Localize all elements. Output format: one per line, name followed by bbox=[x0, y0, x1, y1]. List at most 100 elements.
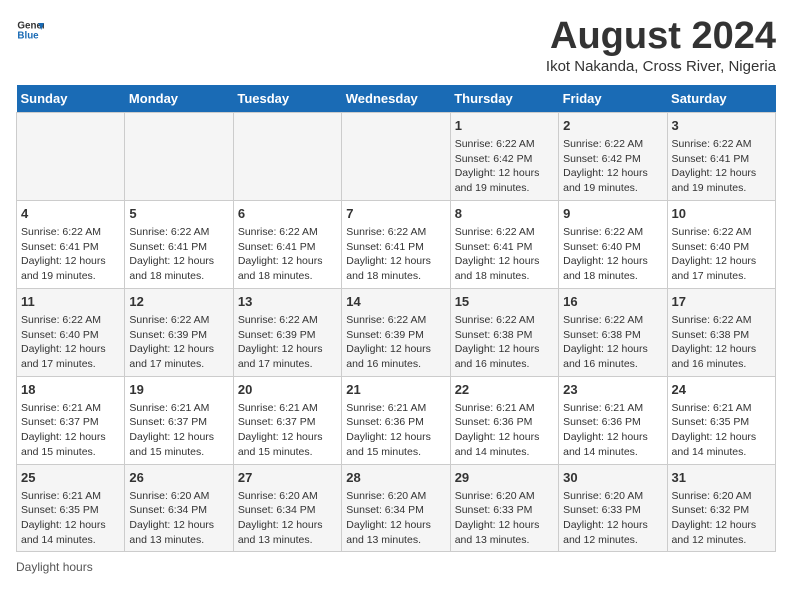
day-info: Sunrise: 6:22 AM Sunset: 6:42 PM Dayligh… bbox=[563, 137, 662, 196]
day-info: Sunrise: 6:21 AM Sunset: 6:37 PM Dayligh… bbox=[21, 401, 120, 460]
calendar-header-cell: Friday bbox=[559, 85, 667, 113]
calendar-cell: 1 Sunrise: 6:22 AM Sunset: 6:42 PM Daylig… bbox=[450, 112, 558, 200]
title-section: August 2024 Ikot Nakanda, Cross River, N… bbox=[546, 16, 776, 75]
calendar-cell: 2 Sunrise: 6:22 AM Sunset: 6:42 PM Daylig… bbox=[559, 112, 667, 200]
calendar-week-row: 25Sunrise: 6:21 AM Sunset: 6:35 PM Dayli… bbox=[17, 464, 776, 552]
day-number: 27 bbox=[238, 469, 337, 487]
calendar-cell: 17 Sunrise: 6:22 AM Sunset: 6:38 PM Dayli… bbox=[667, 288, 775, 376]
calendar-cell: 3 Sunrise: 6:22 AM Sunset: 6:41 PM Daylig… bbox=[667, 112, 775, 200]
day-number: 30 bbox=[563, 469, 662, 487]
calendar-cell bbox=[342, 112, 450, 200]
day-info: Sunrise: 6:21 AM Sunset: 6:36 PM Dayligh… bbox=[563, 401, 662, 460]
day-number: 11 bbox=[21, 293, 120, 311]
logo-icon: General Blue bbox=[16, 16, 44, 44]
calendar-cell: 28Sunrise: 6:20 AM Sunset: 6:34 PM Dayli… bbox=[342, 464, 450, 552]
day-info: Sunrise: 6:20 AM Sunset: 6:34 PM Dayligh… bbox=[129, 489, 228, 548]
logo: General Blue bbox=[16, 16, 44, 44]
calendar-cell: 25Sunrise: 6:21 AM Sunset: 6:35 PM Dayli… bbox=[17, 464, 125, 552]
day-info: Sunrise: 6:20 AM Sunset: 6:32 PM Dayligh… bbox=[672, 489, 771, 548]
day-info: Sunrise: 6:21 AM Sunset: 6:37 PM Dayligh… bbox=[129, 401, 228, 460]
calendar-header-cell: Tuesday bbox=[233, 85, 341, 113]
calendar-cell: 10 Sunrise: 6:22 AM Sunset: 6:40 PM Dayli… bbox=[667, 200, 775, 288]
day-number: 12 bbox=[129, 293, 228, 311]
day-number: 22 bbox=[455, 381, 554, 399]
day-info: Sunrise: 6:22 AM Sunset: 6:39 PM Dayligh… bbox=[346, 313, 445, 372]
day-info: Sunrise: 6:22 AM Sunset: 6:41 PM Dayligh… bbox=[672, 137, 771, 196]
header: General Blue August 2024 Ikot Nakanda, C… bbox=[16, 16, 776, 75]
day-info: Sunrise: 6:22 AM Sunset: 6:40 PM Dayligh… bbox=[672, 225, 771, 284]
day-info: Sunrise: 6:22 AM Sunset: 6:42 PM Dayligh… bbox=[455, 137, 554, 196]
main-title: August 2024 bbox=[546, 16, 776, 58]
day-number: 24 bbox=[672, 381, 771, 399]
calendar-cell: 26 Sunrise: 6:20 AM Sunset: 6:34 PM Dayli… bbox=[125, 464, 233, 552]
calendar-cell: 27Sunrise: 6:20 AM Sunset: 6:34 PM Dayli… bbox=[233, 464, 341, 552]
day-number: 19 bbox=[129, 381, 228, 399]
day-info: Sunrise: 6:20 AM Sunset: 6:33 PM Dayligh… bbox=[455, 489, 554, 548]
day-number: 20 bbox=[238, 381, 337, 399]
day-number: 15 bbox=[455, 293, 554, 311]
calendar-cell: 8Sunrise: 6:22 AM Sunset: 6:41 PM Daylig… bbox=[450, 200, 558, 288]
calendar-header-row: SundayMondayTuesdayWednesdayThursdayFrid… bbox=[17, 85, 776, 113]
day-number: 28 bbox=[346, 469, 445, 487]
calendar-cell: 6 Sunrise: 6:22 AM Sunset: 6:41 PM Daylig… bbox=[233, 200, 341, 288]
day-info: Sunrise: 6:21 AM Sunset: 6:35 PM Dayligh… bbox=[672, 401, 771, 460]
day-number: 10 bbox=[672, 205, 771, 223]
day-number: 17 bbox=[672, 293, 771, 311]
day-number: 26 bbox=[129, 469, 228, 487]
day-number: 13 bbox=[238, 293, 337, 311]
day-number: 21 bbox=[346, 381, 445, 399]
calendar-cell: 20Sunrise: 6:21 AM Sunset: 6:37 PM Dayli… bbox=[233, 376, 341, 464]
day-number: 31 bbox=[672, 469, 771, 487]
calendar-cell: 13Sunrise: 6:22 AM Sunset: 6:39 PM Dayli… bbox=[233, 288, 341, 376]
calendar-week-row: 4Sunrise: 6:22 AM Sunset: 6:41 PM Daylig… bbox=[17, 200, 776, 288]
calendar-cell: 5Sunrise: 6:22 AM Sunset: 6:41 PM Daylig… bbox=[125, 200, 233, 288]
calendar-cell: 24 Sunrise: 6:21 AM Sunset: 6:35 PM Dayli… bbox=[667, 376, 775, 464]
day-number: 7 bbox=[346, 205, 445, 223]
svg-text:Blue: Blue bbox=[17, 30, 39, 41]
calendar-cell: 19 Sunrise: 6:21 AM Sunset: 6:37 PM Dayli… bbox=[125, 376, 233, 464]
calendar-cell: 14Sunrise: 6:22 AM Sunset: 6:39 PM Dayli… bbox=[342, 288, 450, 376]
calendar-cell: 16 Sunrise: 6:22 AM Sunset: 6:38 PM Dayli… bbox=[559, 288, 667, 376]
day-info: Sunrise: 6:22 AM Sunset: 6:39 PM Dayligh… bbox=[129, 313, 228, 372]
calendar-week-row: 1 Sunrise: 6:22 AM Sunset: 6:42 PM Daylig… bbox=[17, 112, 776, 200]
day-number: 3 bbox=[672, 117, 771, 135]
day-info: Sunrise: 6:20 AM Sunset: 6:33 PM Dayligh… bbox=[563, 489, 662, 548]
day-number: 23 bbox=[563, 381, 662, 399]
day-info: Sunrise: 6:22 AM Sunset: 6:41 PM Dayligh… bbox=[21, 225, 120, 284]
day-number: 25 bbox=[21, 469, 120, 487]
calendar-cell: 12 Sunrise: 6:22 AM Sunset: 6:39 PM Dayli… bbox=[125, 288, 233, 376]
day-info: Sunrise: 6:22 AM Sunset: 6:41 PM Dayligh… bbox=[129, 225, 228, 284]
calendar-header-cell: Saturday bbox=[667, 85, 775, 113]
day-number: 2 bbox=[563, 117, 662, 135]
day-info: Sunrise: 6:21 AM Sunset: 6:36 PM Dayligh… bbox=[455, 401, 554, 460]
calendar-table: SundayMondayTuesdayWednesdayThursdayFrid… bbox=[16, 85, 776, 553]
day-info: Sunrise: 6:22 AM Sunset: 6:38 PM Dayligh… bbox=[672, 313, 771, 372]
calendar-week-row: 18 Sunrise: 6:21 AM Sunset: 6:37 PM Dayli… bbox=[17, 376, 776, 464]
calendar-cell: 9 Sunrise: 6:22 AM Sunset: 6:40 PM Daylig… bbox=[559, 200, 667, 288]
day-number: 1 bbox=[455, 117, 554, 135]
calendar-cell: 29 Sunrise: 6:20 AM Sunset: 6:33 PM Dayli… bbox=[450, 464, 558, 552]
calendar-header-cell: Wednesday bbox=[342, 85, 450, 113]
day-info: Sunrise: 6:22 AM Sunset: 6:40 PM Dayligh… bbox=[21, 313, 120, 372]
day-info: Sunrise: 6:22 AM Sunset: 6:41 PM Dayligh… bbox=[238, 225, 337, 284]
calendar-cell: 11 Sunrise: 6:22 AM Sunset: 6:40 PM Dayli… bbox=[17, 288, 125, 376]
calendar-header-cell: Monday bbox=[125, 85, 233, 113]
calendar-cell: 30 Sunrise: 6:20 AM Sunset: 6:33 PM Dayli… bbox=[559, 464, 667, 552]
calendar-cell: 22 Sunrise: 6:21 AM Sunset: 6:36 PM Dayli… bbox=[450, 376, 558, 464]
day-number: 9 bbox=[563, 205, 662, 223]
calendar-cell: 4Sunrise: 6:22 AM Sunset: 6:41 PM Daylig… bbox=[17, 200, 125, 288]
daylight-label: Daylight hours bbox=[16, 560, 93, 574]
calendar-cell bbox=[233, 112, 341, 200]
day-info: Sunrise: 6:22 AM Sunset: 6:38 PM Dayligh… bbox=[563, 313, 662, 372]
day-number: 18 bbox=[21, 381, 120, 399]
calendar-cell: 21Sunrise: 6:21 AM Sunset: 6:36 PM Dayli… bbox=[342, 376, 450, 464]
calendar-header-cell: Sunday bbox=[17, 85, 125, 113]
day-info: Sunrise: 6:22 AM Sunset: 6:40 PM Dayligh… bbox=[563, 225, 662, 284]
calendar-cell: 15Sunrise: 6:22 AM Sunset: 6:38 PM Dayli… bbox=[450, 288, 558, 376]
day-number: 16 bbox=[563, 293, 662, 311]
day-number: 6 bbox=[238, 205, 337, 223]
day-number: 29 bbox=[455, 469, 554, 487]
footer: Daylight hours bbox=[16, 560, 776, 574]
calendar-cell: 7Sunrise: 6:22 AM Sunset: 6:41 PM Daylig… bbox=[342, 200, 450, 288]
calendar-week-row: 11 Sunrise: 6:22 AM Sunset: 6:40 PM Dayli… bbox=[17, 288, 776, 376]
